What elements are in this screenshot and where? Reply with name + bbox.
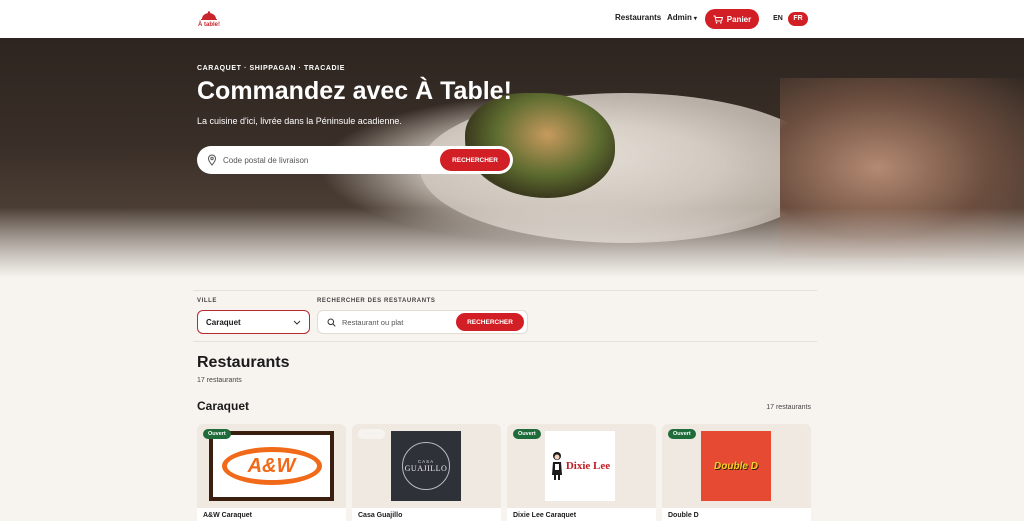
restaurant-logo: CASA GUAJILLO [391, 431, 461, 501]
restaurant-search-button[interactable]: RECHERCHER [456, 313, 524, 331]
hero-subtitle: La cuisine d'ici, livrée dans la Péninsu… [197, 116, 402, 126]
restaurant-card[interactable]: Dixie Lee Ouvert Dixie Lee Caraquet [507, 424, 656, 521]
city-select[interactable]: Caraquet [197, 310, 310, 334]
hero-fade [0, 208, 1024, 278]
restaurant-search-bar: Restaurant ou plat RECHERCHER [317, 310, 528, 334]
restaurant-logo-text: Dixie Lee [565, 460, 611, 472]
city-group-count: 17 restaurants [766, 404, 811, 411]
restaurant-search-input[interactable]: Restaurant ou plat [342, 318, 456, 327]
top-navbar: À table! Restaurants Admin ▾ Panier EN FR [0, 0, 1024, 38]
restaurant-logo: Double D [701, 431, 771, 501]
cart-button[interactable]: Panier [705, 9, 759, 29]
restaurant-logo-text: Double D [714, 460, 758, 472]
restaurant-name: Dixie Lee Caraquet [513, 512, 577, 519]
hero-tagline: CARAQUET · SHIPPAGAN · TRACADIE [197, 65, 345, 72]
lang-fr-button[interactable]: FR [788, 11, 808, 26]
status-badge: Ouvert [203, 429, 231, 439]
lang-en-button[interactable]: EN [768, 12, 788, 26]
postal-code-search-bar: Code postal de livraison RECHERCHER [197, 146, 513, 174]
language-switcher: EN FR [768, 11, 810, 26]
restaurant-logo: A&W [209, 431, 334, 501]
hero-banner: CARAQUET · SHIPPAGAN · TRACADIE Commande… [0, 38, 1024, 278]
restaurant-card[interactable]: Double D Ouvert Double D [662, 424, 811, 521]
city-group-heading: Caraquet [197, 399, 250, 413]
nav-admin-dropdown[interactable]: Admin ▾ [667, 13, 697, 22]
search-icon [327, 318, 336, 327]
restaurant-name: A&W Caraquet [203, 512, 253, 519]
status-badge: Ouvert [513, 429, 541, 439]
restaurant-card[interactable]: CASA GUAJILLO Fermé Casa Guajillo [352, 424, 501, 521]
restaurant-name: Casa Guajillo [358, 512, 403, 519]
cart-icon [713, 15, 723, 24]
restaurants-heading: Restaurants [197, 354, 290, 371]
nav-link-restaurants[interactable]: Restaurants [615, 13, 661, 22]
hero-title: Commandez avec À Table! [197, 77, 512, 105]
restaurants-count: 17 restaurants [197, 377, 242, 384]
brand-logo-text: À table! [197, 22, 220, 28]
hero-search-button[interactable]: RECHERCHER [440, 149, 510, 171]
chevron-down-icon: ▾ [693, 16, 697, 22]
restaurant-search-label: RECHERCHER DES RESTAURANTS [317, 298, 436, 304]
city-select-value: Caraquet [206, 317, 241, 327]
chevron-down-icon [293, 320, 301, 325]
status-badge: Fermé [358, 429, 385, 439]
restaurant-logo-text: A&W [247, 454, 296, 477]
restaurant-card[interactable]: A&W Ouvert A&W Caraquet [197, 424, 346, 521]
restaurant-name: Double D [668, 512, 699, 519]
cloche-icon [201, 11, 217, 20]
mascot-icon [551, 452, 562, 480]
city-filter-label: VILLE [197, 298, 218, 304]
nav-admin-label: Admin [667, 13, 692, 22]
brand-logo[interactable]: À table! [197, 7, 221, 31]
restaurant-filters: VILLE RECHERCHER DES RESTAURANTS Caraque… [193, 290, 817, 342]
location-pin-icon [207, 154, 217, 166]
status-badge: Ouvert [668, 429, 696, 439]
restaurant-logo-text: GUAJILLO [404, 464, 448, 473]
postal-code-input[interactable]: Code postal de livraison [223, 156, 440, 165]
restaurant-logo: Dixie Lee [545, 431, 615, 501]
cart-button-label: Panier [726, 14, 752, 24]
